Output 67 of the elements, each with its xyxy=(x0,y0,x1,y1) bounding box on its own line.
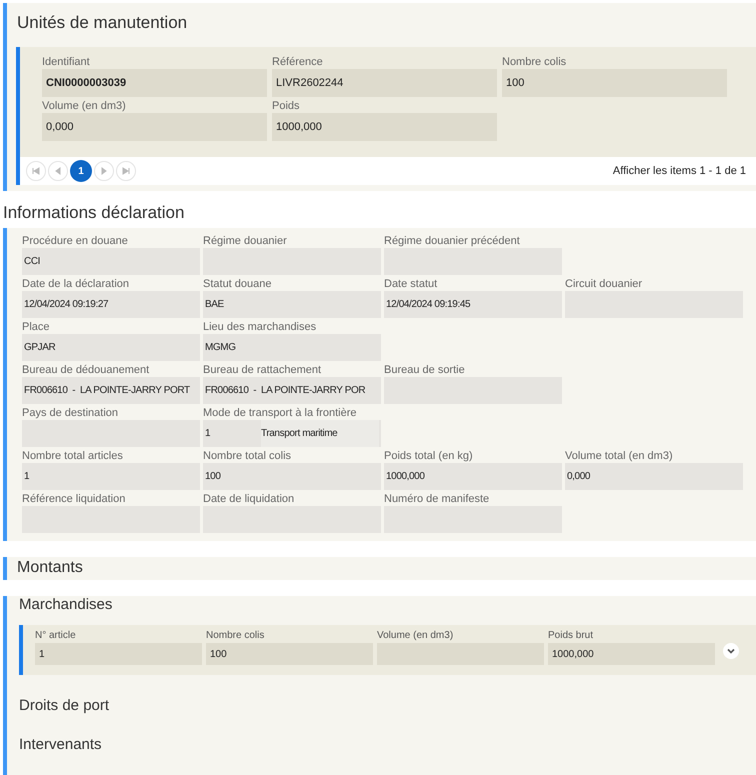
field-label: Nombre total colis xyxy=(203,449,292,463)
section-title: Informations déclaration xyxy=(2,202,186,224)
input-field[interactable]: 1000,000 xyxy=(548,643,715,665)
field-label: Poids xyxy=(272,99,301,113)
field-label: Date de la déclaration xyxy=(22,277,130,291)
field-label: Régime douanier précédent xyxy=(384,234,521,248)
last-page-icon[interactable] xyxy=(116,161,136,181)
input-field[interactable]: 0,000 xyxy=(565,463,743,490)
field-label: Poids total (en kg) xyxy=(384,449,474,463)
field-label: Date de liquidation xyxy=(203,492,296,506)
field-label: N° article xyxy=(35,629,77,643)
field-label: Circuit douanier xyxy=(565,277,644,291)
field-label: Bureau de dédouanement xyxy=(22,363,150,377)
input-field[interactable]: BAE xyxy=(203,291,381,318)
input-field[interactable]: 0,000 xyxy=(42,113,267,141)
input-field[interactable]: 100 xyxy=(206,643,373,665)
input-field[interactable]: 1 Transport maritime xyxy=(203,420,381,447)
field-label: Volume total (en dm3) xyxy=(565,449,674,463)
input-field[interactable]: LIVR2602244 xyxy=(272,69,497,97)
input-field[interactable]: 100 xyxy=(502,69,727,97)
field-label: Mode de transport à la frontière xyxy=(203,406,358,420)
field-label: Régime douanier xyxy=(203,234,288,248)
subsection-title[interactable]: Intervenants xyxy=(7,714,756,753)
field-label: Pays de destination xyxy=(22,406,120,420)
field-label: Identifiant xyxy=(42,55,91,69)
input-field[interactable]: 1 xyxy=(22,463,200,490)
field-label: Volume (en dm3) xyxy=(42,99,127,113)
field-label: Statut douane xyxy=(203,277,273,291)
field-label: Référence liquidation xyxy=(22,492,126,506)
input-field[interactable]: FR006610 - LA POINTE-JARRY POR xyxy=(203,377,381,404)
input-field[interactable]: CNI0000003039 xyxy=(42,69,267,97)
page-button[interactable]: 1 xyxy=(70,160,92,182)
field-label: Poids brut xyxy=(548,629,594,643)
input-field[interactable]: FR006610 - LA POINTE-JARRY PORT xyxy=(22,377,200,404)
field-label: Référence xyxy=(272,55,324,69)
next-page-icon[interactable] xyxy=(94,161,114,181)
field-label: Date statut xyxy=(384,277,438,291)
first-page-icon[interactable] xyxy=(26,161,46,181)
field-label: Procédure en douane xyxy=(22,234,129,248)
field-label: Nombre colis xyxy=(502,55,568,69)
input-field[interactable]: 1000,000 xyxy=(384,463,562,490)
input-field[interactable]: 12/04/2024 09:19:45 xyxy=(384,291,562,318)
section-title: Marchandises xyxy=(18,596,114,615)
section-header[interactable]: Montants xyxy=(3,557,756,580)
field-value: 1 xyxy=(205,428,212,439)
field-label: Place xyxy=(22,320,51,334)
section-title: Montants xyxy=(16,558,84,578)
input-field[interactable]: CCI xyxy=(22,248,200,275)
subsection-title[interactable]: Droits de port xyxy=(7,675,756,714)
pager-summary: Afficher les items 1 - 1 de 1 xyxy=(612,165,746,177)
field-label: Volume (en dm3) xyxy=(377,629,454,643)
field-label: Numéro de manifeste xyxy=(384,492,490,506)
field-label: Lieu des marchandises xyxy=(203,320,318,334)
chevron-icon[interactable] xyxy=(723,643,739,659)
field-label: Nombre colis xyxy=(206,629,266,643)
input-field[interactable]: 1000,000 xyxy=(272,113,497,141)
field-label: Nombre total articles xyxy=(22,449,124,463)
input-field[interactable]: 100 xyxy=(203,463,381,490)
field-label: Bureau de rattachement xyxy=(203,363,322,377)
field-label: Bureau de sortie xyxy=(384,363,466,377)
field-value: Transport maritime xyxy=(261,420,379,447)
input-field[interactable]: GPJAR xyxy=(22,334,200,361)
prev-page-icon[interactable] xyxy=(48,161,68,181)
input-field[interactable]: 12/04/2024 09:19:27 xyxy=(22,291,200,318)
input-field[interactable]: MGMG xyxy=(203,334,381,361)
section-title: Unités de manutention xyxy=(16,12,188,34)
input-field[interactable]: 1 xyxy=(35,643,202,665)
